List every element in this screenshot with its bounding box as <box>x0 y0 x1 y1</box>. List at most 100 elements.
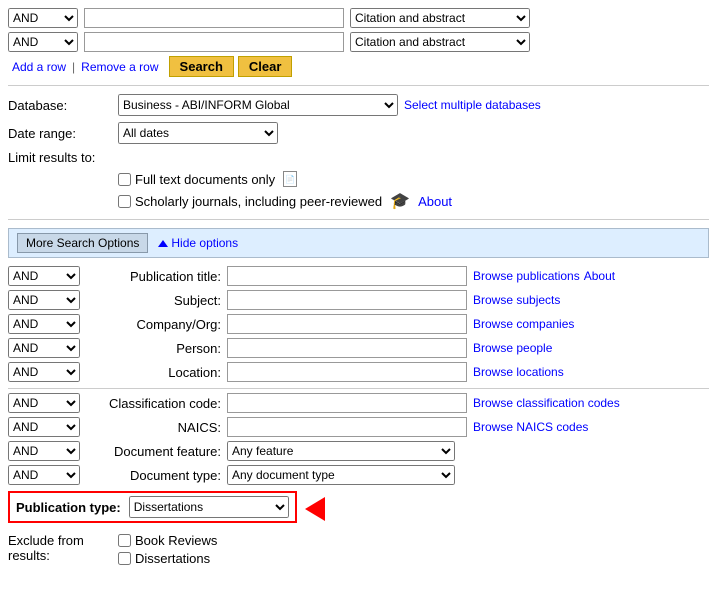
publication-type-section: Publication type: All Dissertations Jour… <box>8 491 709 527</box>
browse-naics-links: Browse NAICS codes <box>473 420 588 434</box>
doc-type-select[interactable]: Any document type Article Book Conferenc… <box>227 465 455 485</box>
adv-label-classification: Classification code: <box>86 396 221 411</box>
exclude-results-label: Exclude from results: <box>8 533 118 563</box>
adv-input-person[interactable] <box>227 338 467 358</box>
adv-op-doc-feature[interactable]: ANDORNOT <box>8 441 80 461</box>
browse-people-link[interactable]: Browse people <box>473 341 552 355</box>
adv-op-location[interactable]: ANDORNOT <box>8 362 80 382</box>
search-input-2[interactable] <box>84 32 344 52</box>
remove-row-link[interactable]: Remove a row <box>81 60 158 74</box>
search-input-1[interactable] <box>84 8 344 28</box>
about-publications-link[interactable]: About <box>584 269 615 283</box>
adv-op-publication[interactable]: ANDORNOT <box>8 266 80 286</box>
publication-type-row: Publication type: All Dissertations Jour… <box>8 491 297 523</box>
browse-publications-link[interactable]: Browse publications <box>473 269 580 283</box>
add-row-link[interactable]: Add a row <box>12 60 66 74</box>
adv-label-naics: NAICS: <box>86 420 221 435</box>
doc-feature-select[interactable]: Any feature Abstract Bibliography Charts… <box>227 441 455 461</box>
adv-input-location[interactable] <box>227 362 467 382</box>
exclude-book-reviews-checkbox[interactable] <box>118 534 131 547</box>
more-options-button[interactable]: More Search Options <box>17 233 148 253</box>
adv-label-location: Location: <box>86 365 221 380</box>
adv-input-subject[interactable] <box>227 290 467 310</box>
exclude-book-reviews-label: Book Reviews <box>118 533 217 548</box>
exclude-dissertations-text: Dissertations <box>135 551 210 566</box>
operator-2[interactable]: ANDORNOT <box>8 32 78 52</box>
date-range-select[interactable]: All dates Last year Last 5 years <box>118 122 278 144</box>
adv-row-doc-feature: ANDORNOT Document feature: Any feature A… <box>8 441 709 461</box>
adv-row-company: ANDORNOT Company/Org: Browse companies <box>8 314 709 334</box>
adv-label-doc-feature: Document feature: <box>86 444 221 459</box>
publication-type-label: Publication type: <box>16 500 121 515</box>
field-type-2[interactable]: Citation and abstract Abstract Title Aut… <box>350 32 530 52</box>
date-range-row: Date range: All dates Last year Last 5 y… <box>8 122 709 144</box>
adv-row-doc-type: ANDORNOT Document type: Any document typ… <box>8 465 709 485</box>
adv-op-naics[interactable]: ANDORNOT <box>8 417 80 437</box>
hide-options-text: Hide options <box>171 236 238 250</box>
operator-1[interactable]: ANDORNOT <box>8 8 78 28</box>
browse-publications-links: Browse publications About <box>473 269 615 283</box>
limit-results-label: Limit results to: <box>8 150 118 165</box>
exclude-dissertations-label: Dissertations <box>118 551 217 566</box>
date-range-label: Date range: <box>8 126 118 141</box>
limit-label-row: Limit results to: <box>8 150 709 165</box>
adv-label-doc-type: Document type: <box>86 468 221 483</box>
browse-subjects-links: Browse subjects <box>473 293 560 307</box>
database-select[interactable]: Business - ABI/INFORM Global ProQuest Ce… <box>118 94 398 116</box>
publication-type-select[interactable]: All Dissertations Journals Newspapers Re… <box>129 496 289 518</box>
scholarly-about-link[interactable]: About <box>418 194 452 209</box>
adv-op-subject[interactable]: ANDORNOT <box>8 290 80 310</box>
clear-button[interactable]: Clear <box>238 56 293 77</box>
browse-locations-links: Browse locations <box>473 365 564 379</box>
divider-3 <box>8 388 709 389</box>
adv-row-classification: ANDORNOT Classification code: Browse cla… <box>8 393 709 413</box>
search-row-2: ANDORNOT Citation and abstract Abstract … <box>8 32 709 52</box>
divider-2 <box>8 219 709 220</box>
adv-op-classification[interactable]: ANDORNOT <box>8 393 80 413</box>
browse-companies-link[interactable]: Browse companies <box>473 317 574 331</box>
exclude-results-items: Book Reviews Dissertations <box>118 533 217 566</box>
browse-companies-links: Browse companies <box>473 317 574 331</box>
scholarly-label: Scholarly journals, including peer-revie… <box>118 191 452 211</box>
select-multiple-databases-link[interactable]: Select multiple databases <box>404 98 541 112</box>
field-type-1[interactable]: Citation and abstract Abstract Title Aut… <box>350 8 530 28</box>
advanced-section-1: ANDORNOT Publication title: Browse publi… <box>8 266 709 382</box>
adv-row-subject: ANDORNOT Subject: Browse subjects <box>8 290 709 310</box>
divider-1 <box>8 85 709 86</box>
full-text-label: Full text documents only 📄 <box>118 171 297 187</box>
adv-label-person: Person: <box>86 341 221 356</box>
adv-op-company[interactable]: ANDORNOT <box>8 314 80 334</box>
document-icon: 📄 <box>283 171 297 187</box>
adv-input-company[interactable] <box>227 314 467 334</box>
database-row: Database: Business - ABI/INFORM Global P… <box>8 94 709 116</box>
exclude-book-reviews-text: Book Reviews <box>135 533 217 548</box>
adv-row-publication-title: ANDORNOT Publication title: Browse publi… <box>8 266 709 286</box>
adv-input-classification[interactable] <box>227 393 467 413</box>
full-text-text: Full text documents only <box>135 172 275 187</box>
triangle-up-icon <box>158 240 168 247</box>
browse-subjects-link[interactable]: Browse subjects <box>473 293 560 307</box>
browse-locations-link[interactable]: Browse locations <box>473 365 564 379</box>
adv-label-publication: Publication title: <box>86 269 221 284</box>
full-text-checkbox[interactable] <box>118 173 131 186</box>
browse-classification-links: Browse classification codes <box>473 396 620 410</box>
adv-label-company: Company/Org: <box>86 317 221 332</box>
adv-op-person[interactable]: ANDORNOT <box>8 338 80 358</box>
search-button[interactable]: Search <box>169 56 234 77</box>
adv-input-publication[interactable] <box>227 266 467 286</box>
adv-input-naics[interactable] <box>227 417 467 437</box>
exclude-dissertations-checkbox[interactable] <box>118 552 131 565</box>
adv-row-naics: ANDORNOT NAICS: Browse NAICS codes <box>8 417 709 437</box>
row-controls: Add a row | Remove a row Search Clear <box>12 56 709 77</box>
hide-options-link[interactable]: Hide options <box>158 236 238 250</box>
exclude-results-section: Exclude from results: Book Reviews Disse… <box>8 533 709 566</box>
browse-classification-link[interactable]: Browse classification codes <box>473 396 620 410</box>
scholarly-text: Scholarly journals, including peer-revie… <box>135 194 382 209</box>
arrow-right-icon <box>305 497 325 521</box>
scholarly-checkbox[interactable] <box>118 195 131 208</box>
more-options-bar: More Search Options Hide options <box>8 228 709 258</box>
separator: | <box>72 60 75 74</box>
browse-people-links: Browse people <box>473 341 552 355</box>
adv-op-doc-type[interactable]: ANDORNOT <box>8 465 80 485</box>
browse-naics-link[interactable]: Browse NAICS codes <box>473 420 588 434</box>
